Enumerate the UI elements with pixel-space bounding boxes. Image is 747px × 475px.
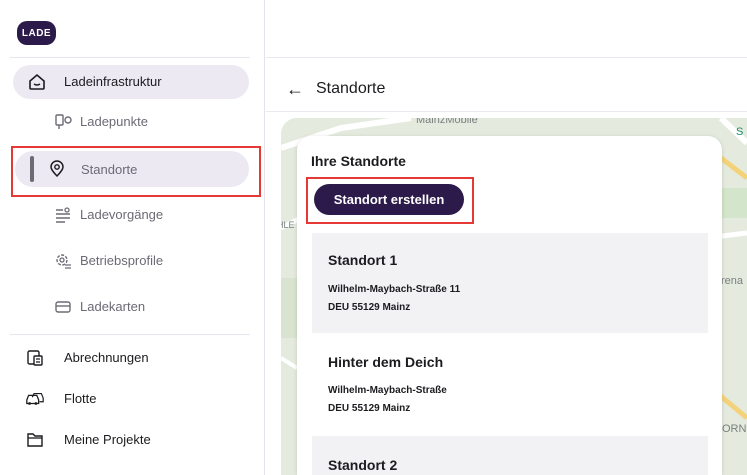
sidebar-item-label: Abrechnungen bbox=[64, 350, 149, 365]
location-address-line1: Wilhelm-Maybach-Straße 11 bbox=[328, 284, 461, 295]
sidebar-item-label: Flotte bbox=[64, 391, 97, 406]
sidebar-divider bbox=[10, 334, 250, 335]
sidebar-item-abrechnungen[interactable]: Abrechnungen bbox=[15, 340, 249, 376]
sidebar-item-ladekarten[interactable]: Ladekarten bbox=[15, 289, 249, 325]
sidebar-item-label: Ladepunkte bbox=[80, 114, 148, 129]
map-label: S bbox=[736, 126, 744, 138]
charging-sessions-icon bbox=[53, 205, 73, 225]
sidebar: LADE Ladeinfrastruktur Ladepunkte Stando… bbox=[0, 0, 265, 475]
sidebar-item-label: Ladeinfrastruktur bbox=[64, 74, 162, 89]
map-label: rena bbox=[721, 275, 744, 287]
sidebar-item-ladevorgaenge[interactable]: Ladevorgänge bbox=[15, 197, 249, 233]
map-label: ORNE bbox=[722, 423, 747, 435]
arrow-left-icon[interactable]: ← bbox=[286, 79, 304, 99]
home-icon bbox=[27, 72, 47, 92]
gear-profile-icon bbox=[53, 251, 73, 271]
sidebar-item-betriebsprofile[interactable]: Betriebsprofile bbox=[15, 243, 249, 279]
sidebar-item-label: Betriebsprofile bbox=[80, 253, 164, 268]
sidebar-item-label: Ladekarten bbox=[80, 299, 146, 314]
page-title: Standorte bbox=[316, 80, 386, 97]
card-icon bbox=[53, 297, 73, 317]
charger-icon bbox=[53, 112, 73, 132]
map-label: MainzMobile bbox=[416, 118, 478, 126]
billing-icon bbox=[25, 348, 45, 368]
list-item[interactable]: Hinter dem Deich Wilhelm-Maybach-Straße … bbox=[312, 334, 708, 432]
sidebar-item-label: Meine Projekte bbox=[64, 432, 151, 447]
panel-heading: Ihre Standorte bbox=[311, 153, 406, 169]
create-location-button[interactable]: Standort erstellen bbox=[314, 184, 464, 215]
location-name: Standort 2 bbox=[328, 457, 398, 473]
sidebar-item-label: Standorte bbox=[81, 162, 138, 177]
sidebar-item-standorte[interactable]: Standorte bbox=[15, 151, 249, 187]
location-address-line1: Wilhelm-Maybach-Straße bbox=[328, 385, 447, 396]
fleet-car-icon bbox=[25, 389, 45, 409]
map-label: HLE bbox=[281, 220, 295, 230]
lade-logo[interactable]: LADE bbox=[17, 21, 56, 45]
location-name: Hinter dem Deich bbox=[328, 354, 444, 370]
sidebar-item-label: Ladevorgänge bbox=[80, 207, 164, 222]
sidebar-item-ladepunkte[interactable]: Ladepunkte bbox=[15, 104, 249, 140]
sidebar-item-meine-projekte[interactable]: Meine Projekte bbox=[15, 422, 249, 458]
sidebar-item-ladeinfrastruktur[interactable]: Ladeinfrastruktur bbox=[13, 65, 249, 99]
sidebar-item-flotte[interactable]: Flotte bbox=[15, 381, 249, 417]
folder-icon bbox=[25, 430, 45, 450]
location-address-line2: DEU 55129 Mainz bbox=[328, 302, 411, 313]
list-item[interactable]: Standort 2 bbox=[312, 436, 708, 475]
location-pin-icon bbox=[47, 159, 67, 179]
active-indicator bbox=[30, 156, 34, 182]
sidebar-divider bbox=[10, 57, 250, 58]
location-name: Standort 1 bbox=[328, 252, 398, 268]
list-item[interactable]: Standort 1 Wilhelm-Maybach-Straße 11 DEU… bbox=[312, 233, 708, 333]
title-divider bbox=[266, 111, 747, 112]
header-divider bbox=[266, 57, 747, 58]
location-address-line2: DEU 55129 Mainz bbox=[328, 403, 411, 414]
